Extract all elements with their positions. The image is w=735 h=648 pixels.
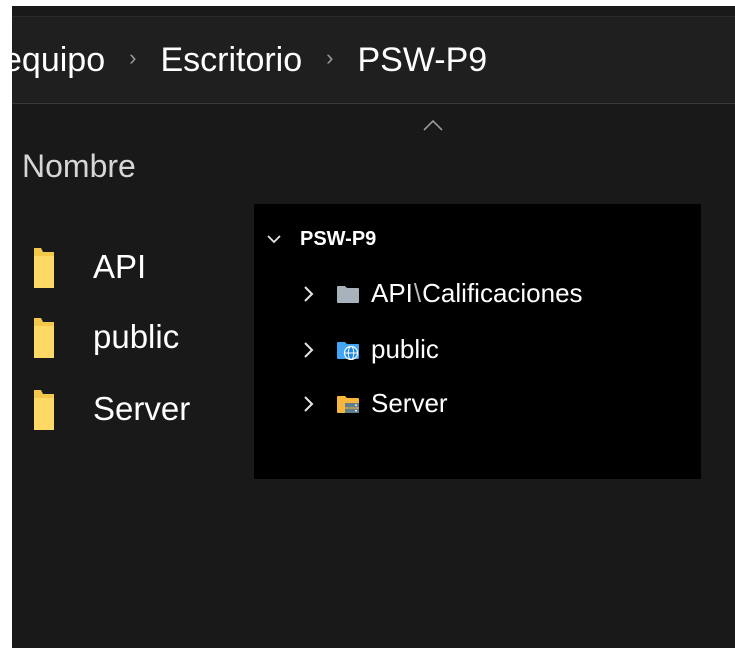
tree-item-label-part: API xyxy=(371,278,413,308)
folder-icon xyxy=(34,248,54,288)
chevron-right-icon[interactable] xyxy=(302,395,314,413)
breadcrumb-equipo[interactable]: equipo xyxy=(12,41,105,80)
folder-icon xyxy=(34,390,54,430)
tree-root-label: PSW-P9 xyxy=(300,228,377,250)
breadcrumb-separator-icon[interactable]: › xyxy=(129,45,136,71)
column-header-name[interactable]: Nombre xyxy=(22,148,136,185)
tree-item-label: public xyxy=(371,334,439,364)
list-item-label: public xyxy=(93,318,180,355)
list-item-label: Server xyxy=(93,390,191,427)
tree-item-label: API\Calificaciones xyxy=(371,278,583,309)
folder-icon xyxy=(337,286,359,303)
breadcrumb-escritorio[interactable]: Escritorio xyxy=(160,41,302,80)
sort-ascending-icon[interactable] xyxy=(422,118,444,132)
chevron-right-icon[interactable] xyxy=(302,341,314,359)
chevron-down-icon[interactable] xyxy=(266,233,282,245)
address-bar[interactable]: equipo › Escritorio › PSW-P9 xyxy=(12,16,735,104)
folder-public-icon xyxy=(337,342,359,360)
breadcrumb-psw-p9[interactable]: PSW-P9 xyxy=(357,41,487,80)
list-item-label: API xyxy=(93,248,147,285)
breadcrumb-separator-icon[interactable]: › xyxy=(326,45,333,71)
chevron-right-icon[interactable] xyxy=(302,285,314,303)
tree-item-api[interactable]: API\Calificaciones xyxy=(254,276,701,312)
tree-item-label: Server xyxy=(371,388,448,418)
folder-server-icon xyxy=(337,396,359,413)
tree-item-label-part: Calificaciones xyxy=(422,278,583,308)
tree-root-row[interactable]: PSW-P9 xyxy=(254,224,701,254)
vscode-explorer-panel: PSW-P9 API\Calificaciones public Server xyxy=(254,204,701,479)
path-separator: \ xyxy=(413,278,422,308)
tree-item-public[interactable]: public xyxy=(254,332,701,368)
folder-icon xyxy=(34,318,54,358)
column-header-row: Nombre xyxy=(12,104,735,204)
tree-item-server[interactable]: Server xyxy=(254,386,701,422)
